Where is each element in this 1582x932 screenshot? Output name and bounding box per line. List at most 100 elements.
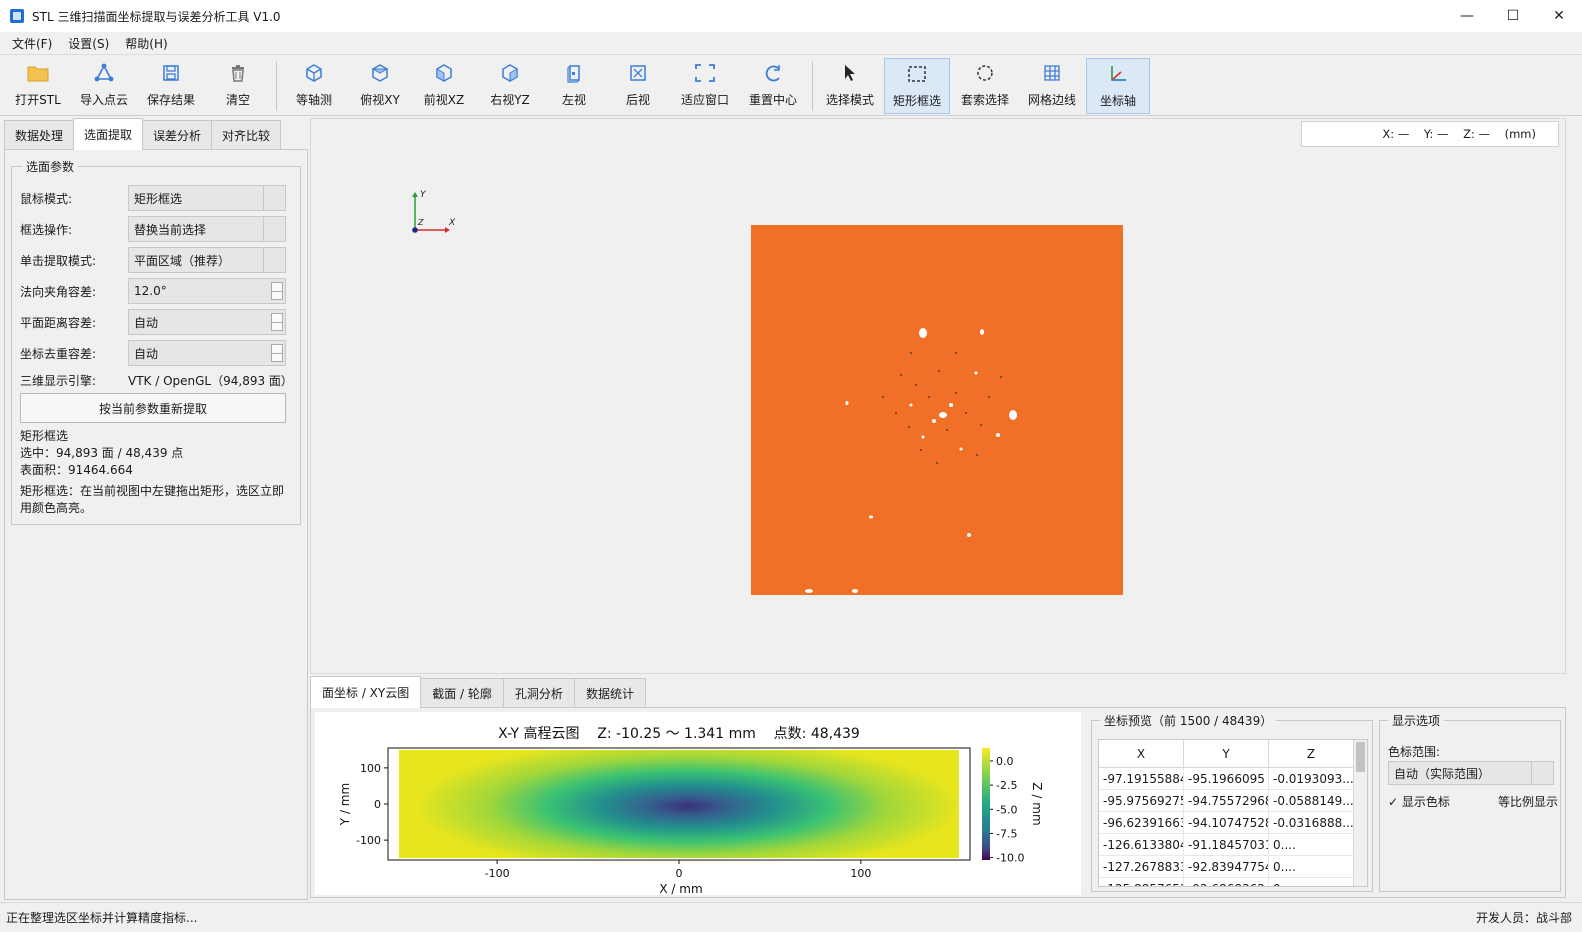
maximize-button[interactable]: ☐ (1490, 0, 1536, 32)
menu-settings[interactable]: 设置(S) (60, 35, 117, 52)
menu-file[interactable]: 文件(F) (4, 35, 60, 52)
left-panel: 数据处理 选面提取 误差分析 对齐比较 选面参数 鼠标模式: 矩形框选 框选操作… (4, 118, 308, 900)
view-left-button[interactable]: 左视 (542, 58, 606, 114)
y-tick-label: 100 (360, 762, 381, 775)
close-button[interactable]: ✕ (1536, 0, 1582, 32)
tab-section-profile[interactable]: 截面 / 轮廓 (420, 678, 504, 708)
table-cell: 0.... (1269, 856, 1354, 877)
param-dedup-tolerance: 坐标去重容差: 自动 (20, 340, 292, 366)
tab-face-extraction[interactable]: 选面提取 (73, 118, 144, 150)
selection-tip-text: 矩形框选：在当前视图中左键拖出矩形，选区立即用颜色高亮。 (20, 484, 285, 515)
pointer-icon (841, 58, 859, 88)
surface-area-text: 表面积：91464.664 (20, 463, 133, 477)
color-range-select[interactable]: 自动（实际范围） (1388, 761, 1554, 785)
view-front-xz-button[interactable]: 前视XZ (412, 58, 476, 114)
view-top-xy-button[interactable]: 俯视XY (348, 58, 412, 114)
axes-toggle-button[interactable]: 坐标轴 (1086, 58, 1150, 114)
open-stl-button[interactable]: 打开STL (6, 58, 70, 114)
chevron-down-icon (1531, 762, 1553, 784)
column-header-x[interactable]: X (1099, 740, 1184, 767)
fit-window-button[interactable]: 适应窗口 (672, 58, 738, 114)
tab-xy-cloud[interactable]: 面坐标 / XY云图 (310, 676, 422, 708)
clear-button[interactable]: 清空 (206, 58, 270, 114)
grid-edges-button[interactable]: 网格边线 (1020, 58, 1084, 114)
param-click-extract-mode: 单击提取模式: 平面区域（推荐） (20, 247, 292, 273)
param-mouse-mode: 鼠标模式: 矩形框选 (20, 185, 292, 211)
param-label: 鼠标模式: (20, 191, 73, 206)
table-scrollbar[interactable] (1353, 740, 1367, 886)
axis-y-label: Y (420, 190, 427, 200)
view-right-yz-button[interactable]: 右视YZ (478, 58, 542, 114)
dedup-tolerance-spinbox[interactable]: 自动 (128, 340, 286, 366)
column-header-z[interactable]: Z (1269, 740, 1354, 767)
left-tab-body: 选面参数 鼠标模式: 矩形框选 框选操作: 替换当前选择 单击提取模式: 平面区… (4, 149, 308, 900)
lasso-select-button[interactable]: 套索选择 (952, 58, 1018, 114)
colorbar-ticks: 0.0 -2.5 -5.0 -7.5 -10.0 (990, 755, 1024, 865)
import-point-cloud-button[interactable]: 导入点云 (72, 58, 136, 114)
reset-center-button[interactable]: 重置中心 (740, 58, 806, 114)
plane-distance-tolerance-spinbox[interactable]: 自动 (128, 309, 286, 335)
show-colorbar-checkbox[interactable]: ✓ 显示色标 (1388, 793, 1450, 810)
spin-arrows-icon[interactable] (271, 344, 283, 362)
axis-z-label: Z (417, 218, 424, 227)
selection-count-text: 选中：94,893 面 / 48,439 点 (20, 446, 184, 460)
face-params-group: 选面参数 鼠标模式: 矩形框选 框选操作: 替换当前选择 单击提取模式: 平面区… (11, 158, 301, 525)
spin-arrows-icon[interactable] (271, 282, 283, 300)
elevation-plot-panel: X-Y 高程云图 Z: -10.25 ～ 1.341 mm 点数: 48,439… (315, 712, 1081, 896)
param-label: 框选操作: (20, 222, 73, 237)
tab-statistics[interactable]: 数据统计 (573, 678, 646, 708)
chevron-down-icon (263, 186, 285, 210)
selected-mesh-surface[interactable] (751, 225, 1123, 595)
coordinate-table[interactable]: X Y Z -97.19155884 -95.1966095 -0.019309… (1098, 739, 1368, 887)
param-label: 法向夹角容差: (20, 284, 97, 299)
3d-viewport[interactable]: X: — Y: — Z: — (mm) Y Z X (310, 118, 1566, 674)
menu-help[interactable]: 帮助(H) (117, 35, 175, 52)
table-cell: -94.10747528 (1184, 812, 1269, 833)
chevron-down-icon (263, 248, 285, 272)
tab-alignment[interactable]: 对齐比较 (211, 120, 282, 150)
coordinate-preview-title: 坐标预览（前 1500 / 48439） (1100, 712, 1277, 729)
param-label: 平面距离容差: (20, 315, 97, 330)
view-back-button[interactable]: 后视 (606, 58, 670, 114)
window-controls: — ☐ ✕ (1444, 0, 1582, 32)
mouse-mode-select[interactable]: 矩形框选 (128, 185, 286, 211)
param-plane-distance-tolerance: 平面距离容差: 自动 (20, 309, 292, 335)
bottom-tabs: 面坐标 / XY云图 截面 / 轮廓 孔洞分析 数据统计 (310, 676, 1566, 708)
chevron-down-icon (263, 217, 285, 241)
table-row[interactable]: -125.8857651 -92.68683624 0... (1099, 878, 1367, 886)
elevation-heatmap[interactable]: X-Y 高程云图 Z: -10.25 ～ 1.341 mm 点数: 48,439… (315, 712, 1081, 896)
equal-scale-checkbox[interactable]: 等比例显示 (1498, 793, 1558, 810)
scrollbar-thumb[interactable] (1356, 742, 1365, 772)
save-result-button[interactable]: 保存结果 (138, 58, 204, 114)
view-isometric-button[interactable]: 等轴测 (282, 58, 346, 114)
click-extract-mode-select[interactable]: 平面区域（推荐） (128, 247, 286, 273)
normal-angle-tolerance-spinbox[interactable]: 12.0° (128, 278, 286, 304)
selection-mode-text: 矩形框选 (20, 429, 69, 443)
column-header-y[interactable]: Y (1184, 740, 1269, 767)
spin-arrows-icon[interactable] (271, 313, 283, 331)
rect-select-button[interactable]: 矩形框选 (884, 58, 950, 114)
table-row[interactable]: -95.97569275 -94.75572968 -0.0588149... (1099, 790, 1367, 812)
reextract-button[interactable]: 按当前参数重新提取 (20, 393, 286, 423)
window-title: STL 三维扫描面坐标提取与误差分析工具 V1.0 (32, 9, 281, 24)
table-row[interactable]: -96.62391663 -94.10747528 -0.0316888... (1099, 812, 1367, 834)
tab-hole-analysis[interactable]: 孔洞分析 (502, 678, 575, 708)
minimize-button[interactable]: — (1444, 0, 1490, 32)
box-operation-select[interactable]: 替换当前选择 (128, 216, 286, 242)
table-cell: -97.19155884 (1099, 768, 1184, 789)
x-axis-label: X / mm (659, 882, 702, 895)
table-cell: -126.6133804 (1099, 834, 1184, 855)
toolbar-separator (276, 61, 277, 111)
table-row[interactable]: -126.6133804 -91.18457031 0.... (1099, 834, 1367, 856)
table-row[interactable]: -97.19155884 -95.1966095 -0.0193093... (1099, 768, 1367, 790)
table-row[interactable]: -127.2678833 -92.83947754 0.... (1099, 856, 1367, 878)
checkmark-icon: ✓ (1388, 795, 1402, 809)
select-mode-button[interactable]: 选择模式 (818, 58, 882, 114)
rect-select-icon (907, 59, 927, 89)
tab-data-processing[interactable]: 数据处理 (4, 120, 75, 150)
table-cell: 0... (1269, 878, 1354, 886)
toolbar-separator (812, 61, 813, 111)
tab-error-analysis[interactable]: 误差分析 (142, 120, 213, 150)
colorbar-tick-label: 0.0 (996, 755, 1014, 768)
table-cell: -0.0588149... (1269, 790, 1354, 811)
